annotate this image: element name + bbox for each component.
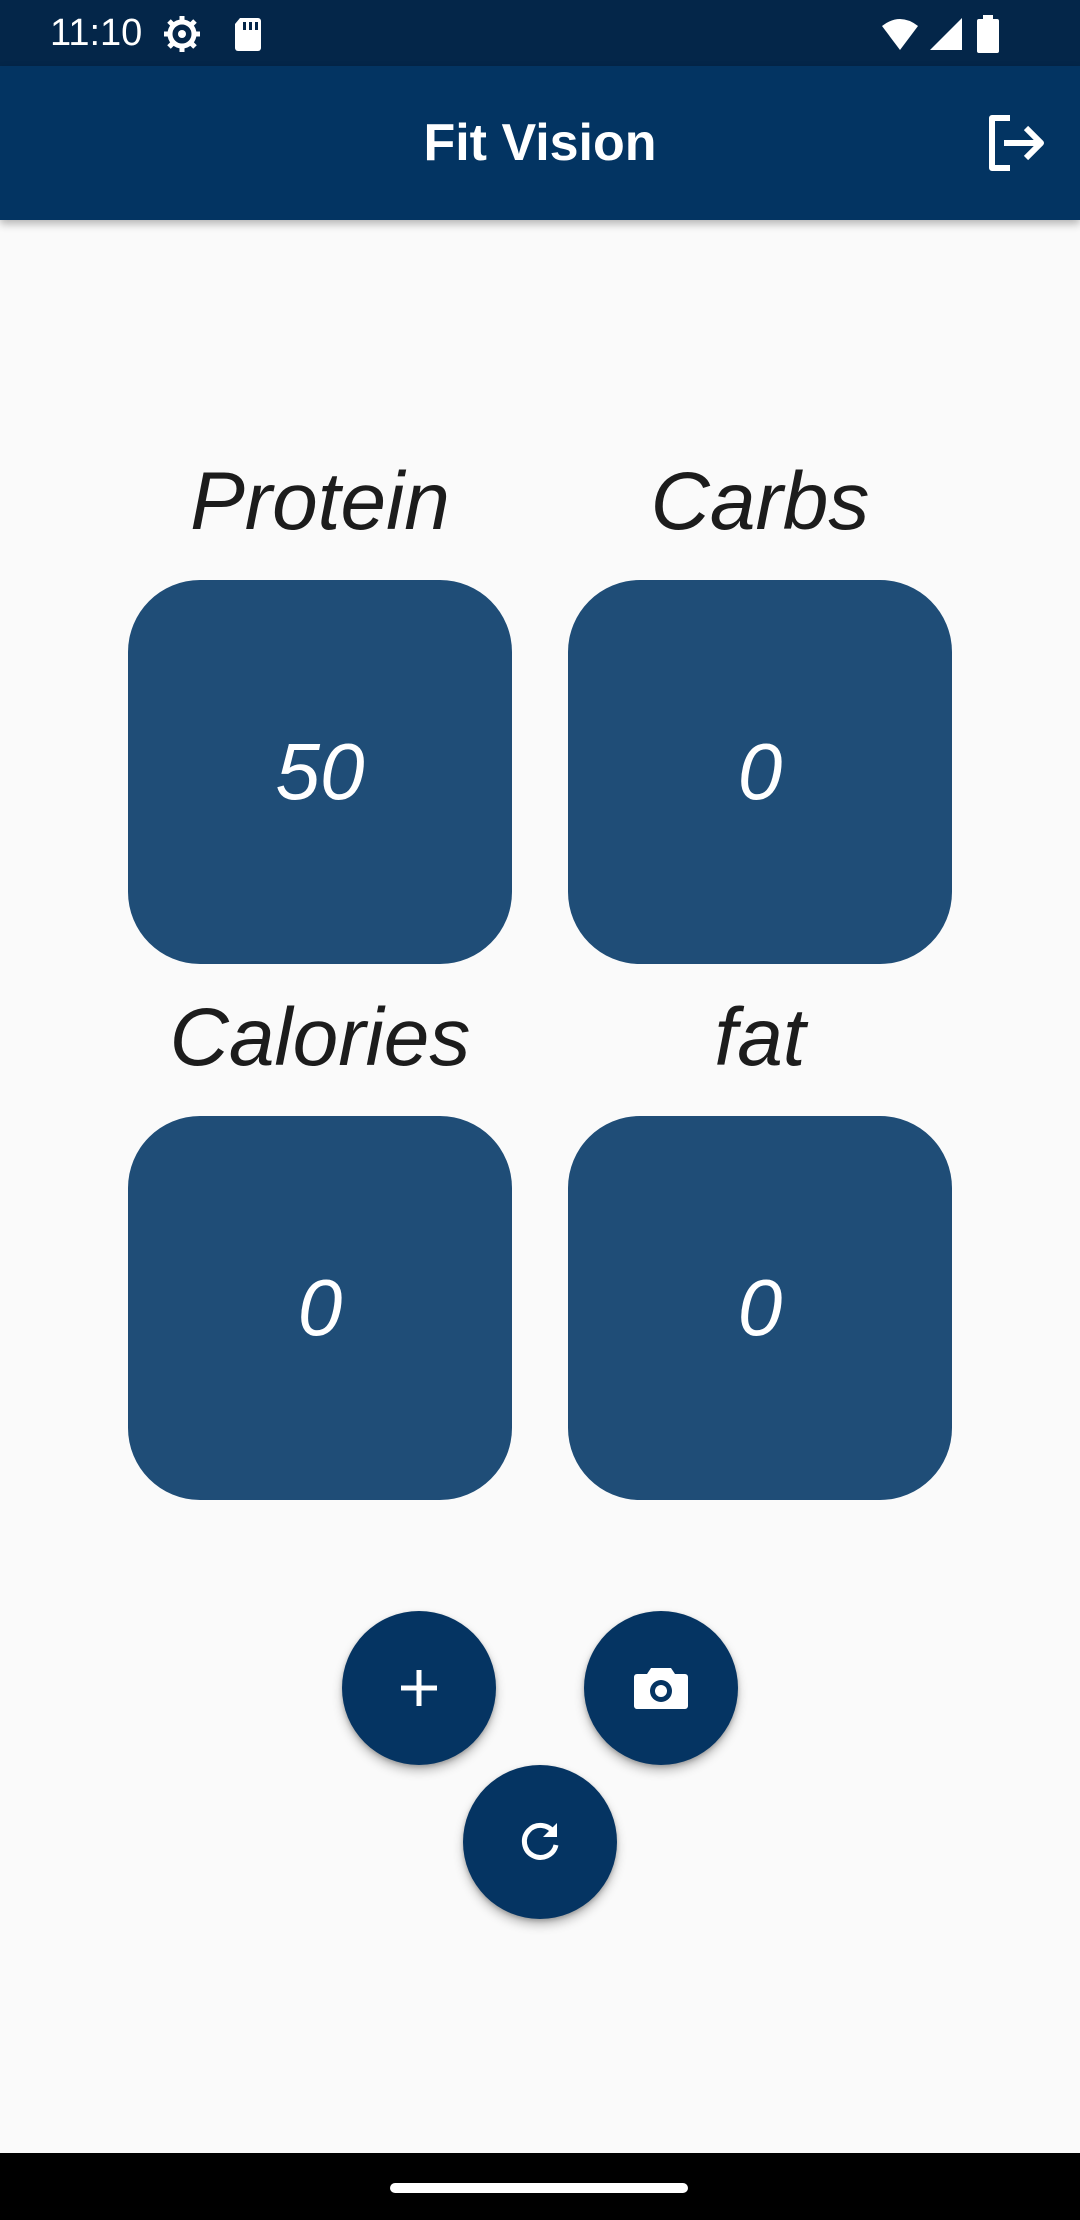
carbs-label: Carbs — [650, 456, 870, 547]
calories-value: 0 — [297, 1263, 343, 1352]
calories-label: Calories — [169, 992, 471, 1083]
refresh-button[interactable] — [463, 1765, 617, 1919]
plus-icon — [401, 1670, 437, 1706]
add-button[interactable] — [342, 1611, 496, 1765]
wifi-icon — [880, 14, 920, 54]
main-screen: 11:10 Fit Vision Protein 50 Carbs 0 Calo… — [0, 0, 1080, 2220]
protein-value: 50 — [275, 727, 365, 816]
calories-card: 0 — [128, 1116, 512, 1500]
fat-label: fat — [714, 992, 806, 1083]
protein-label: Protein — [190, 456, 450, 547]
status-time: 11:10 — [50, 12, 143, 54]
carbs-value: 0 — [737, 727, 783, 816]
protein-card: 50 — [128, 580, 512, 964]
fat-card: 0 — [568, 1116, 952, 1500]
carbs-card: 0 — [568, 580, 952, 964]
settings-gear-icon — [162, 14, 202, 54]
camera-button[interactable] — [584, 1611, 738, 1765]
refresh-icon — [521, 1822, 559, 1860]
camera-icon — [634, 1668, 688, 1709]
app-title: Fit Vision — [423, 114, 657, 172]
fat-value: 0 — [737, 1263, 783, 1352]
app-bar: Fit Vision — [0, 66, 1080, 220]
signal-icon — [926, 14, 966, 54]
battery-icon — [974, 14, 1002, 54]
logout-icon — [989, 115, 1044, 171]
logout-button[interactable] — [980, 108, 1050, 178]
status-bar: 11:10 — [0, 0, 1080, 66]
sd-card-icon — [228, 14, 268, 54]
home-gesture-handle[interactable] — [390, 2183, 688, 2193]
